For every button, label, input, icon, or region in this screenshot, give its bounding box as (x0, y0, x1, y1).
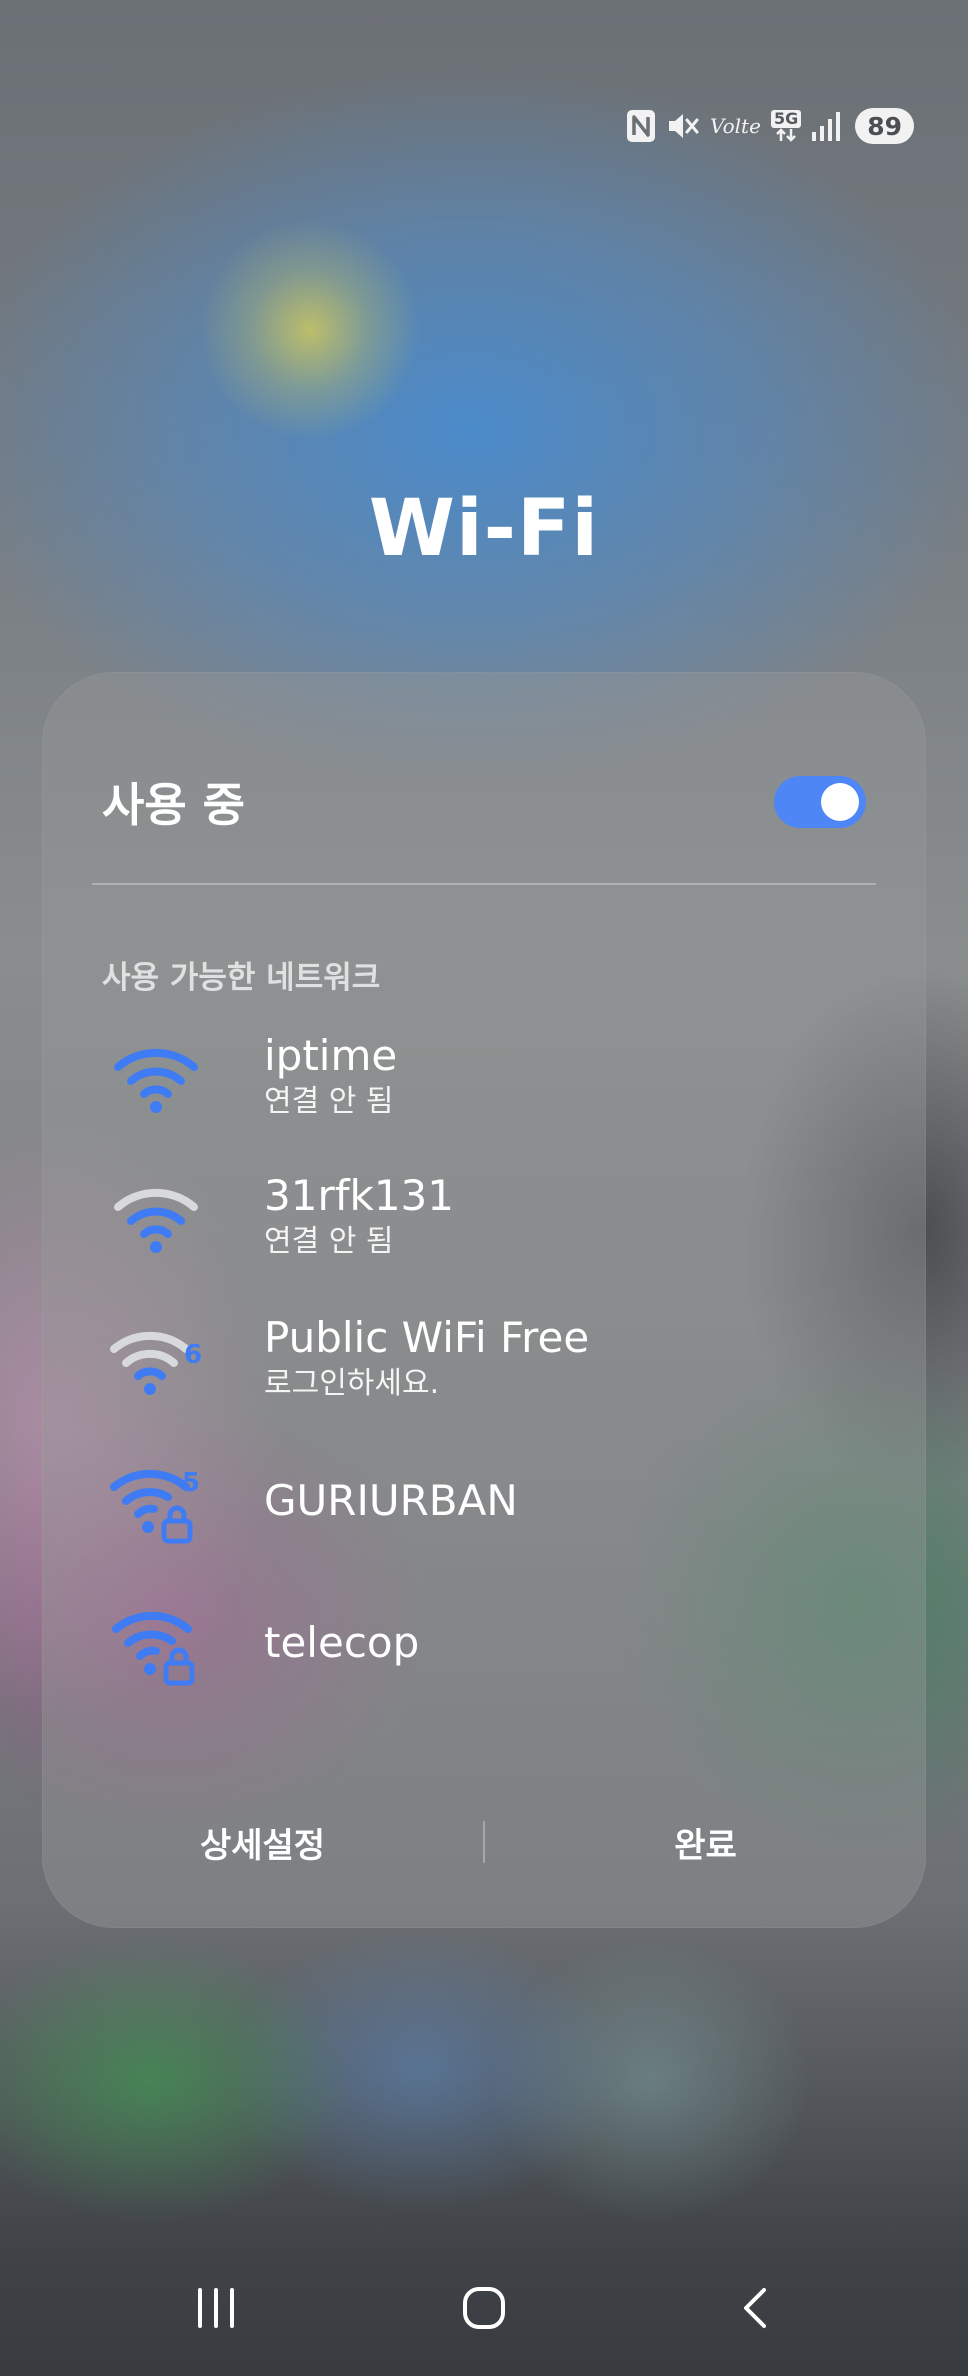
panel-footer: 상세설정 완료 (42, 1802, 926, 1882)
home-button[interactable] (444, 2268, 524, 2348)
network-name: iptime (264, 1031, 398, 1080)
wifi-panel: 사용 중 사용 가능한 네트워크 iptime 연결 안 됨 31rfk131 … (42, 672, 926, 1928)
wifi6-weak-icon: 6 (110, 1331, 202, 1395)
wifi-locked-icon (112, 1611, 195, 1686)
wifi-switch[interactable] (774, 776, 866, 828)
page-title: Wi-Fi (368, 484, 600, 574)
signal-icon (811, 108, 841, 144)
divider (92, 883, 876, 885)
battery-indicator: 89 (855, 108, 914, 144)
network-item-telecop[interactable]: telecop (42, 1578, 926, 1708)
5g-data-icon: 5G (770, 108, 802, 144)
recents-button[interactable] (176, 2268, 256, 2348)
network-name: Public WiFi Free (264, 1313, 590, 1362)
wifi-badge: 5 (182, 1468, 200, 1498)
network-item-guriurban[interactable]: 5 GURIURBAN (42, 1436, 926, 1566)
recents-icon (198, 2288, 234, 2328)
network-name: GURIURBAN (264, 1476, 518, 1525)
wifi-toggle-row[interactable]: 사용 중 (102, 762, 866, 842)
network-status: 연결 안 됨 (264, 1224, 394, 1259)
wifi-full-icon (114, 1048, 198, 1113)
back-icon (744, 2288, 766, 2328)
volte-icon: Volte (710, 114, 761, 138)
network-name: telecop (264, 1618, 420, 1667)
network-status: 연결 안 됨 (264, 1084, 394, 1119)
network-status: 로그인하세요. (264, 1366, 440, 1401)
network-item-iptime[interactable]: iptime 연결 안 됨 (42, 1012, 926, 1142)
wifi5-locked-icon: 5 (110, 1468, 200, 1544)
available-networks-label: 사용 가능한 네트워크 (102, 960, 381, 996)
nfc-icon (626, 108, 656, 144)
home-icon (463, 2287, 505, 2329)
network-item-public-wifi-free[interactable]: 6 Public WiFi Free 로그인하세요. (42, 1294, 926, 1424)
advanced-settings-button[interactable]: 상세설정 (42, 1817, 483, 1868)
status-bar: Volte 5G 89 (626, 104, 914, 148)
navigation-bar (0, 2254, 968, 2374)
mute-icon (666, 108, 700, 144)
back-button[interactable] (716, 2268, 796, 2348)
network-item-31rfk131[interactable]: 31rfk131 연결 안 됨 (42, 1152, 926, 1282)
wifi-toggle-label: 사용 중 (102, 778, 245, 832)
wifi-weak-icon (114, 1188, 198, 1253)
switch-knob (821, 783, 859, 821)
network-name: 31rfk131 (264, 1171, 454, 1220)
wifi-badge: 6 (184, 1340, 202, 1370)
done-button[interactable]: 완료 (485, 1817, 926, 1868)
